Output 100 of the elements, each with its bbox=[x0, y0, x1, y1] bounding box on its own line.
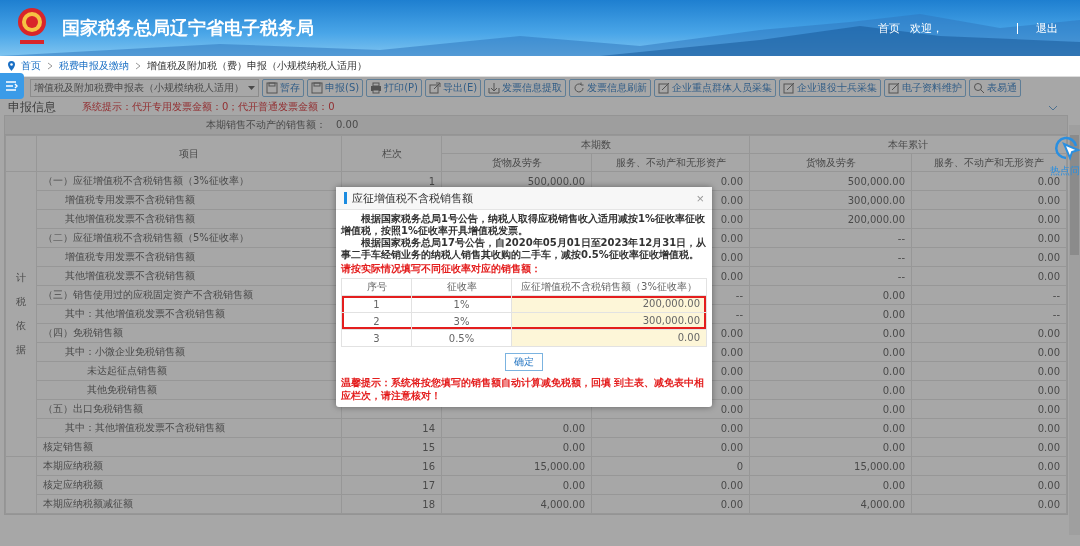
table-cell: 0.00 bbox=[562, 479, 585, 491]
table-cell: 0.00 bbox=[562, 441, 585, 453]
table-cell: 0.00 bbox=[720, 384, 743, 396]
table-cell: -- bbox=[897, 270, 905, 282]
chevron-icon bbox=[135, 62, 141, 70]
table-cell: 17 bbox=[422, 479, 435, 491]
column-header: 货物及劳务 bbox=[805, 156, 856, 168]
cursor-click-icon[interactable] bbox=[1052, 134, 1080, 162]
column-header: 征收率 bbox=[446, 281, 477, 292]
logout-link[interactable]: 退出 bbox=[1036, 20, 1058, 36]
table-cell: 0.00 bbox=[882, 422, 905, 434]
item-label: （三）销售使用过的应税固定资产不含税销售额 bbox=[43, 289, 253, 300]
table-cell: 500,000.00 bbox=[847, 175, 905, 187]
toolbar-button[interactable]: 发票信息刷新 bbox=[569, 79, 652, 97]
table-cell: 0.00 bbox=[720, 422, 743, 434]
table-cell: 0.00 bbox=[562, 422, 585, 434]
item-label: 其他增值税发票不含税销售额 bbox=[64, 270, 195, 281]
amount-field[interactable]: 0.00 bbox=[512, 330, 706, 346]
table-cell: 0.00 bbox=[882, 327, 905, 339]
toolbar-button[interactable]: 企业退役士兵采集 bbox=[779, 79, 882, 97]
item-label: 其中：其他增值税发票不含税销售额 bbox=[64, 308, 225, 319]
notice-paragraph: 根据国家税务总局17号公告，自2020年05月01日至2023年12月31日，从事二手车经销业务的纳税人销售其收购的二手车，减按0.5%征收率征收增值税。 bbox=[341, 237, 707, 261]
rate-cell: 1% bbox=[453, 298, 470, 310]
table-cell: 0.00 bbox=[1037, 498, 1060, 510]
breadcrumb-link[interactable]: 税费申报及缴纳 bbox=[59, 59, 129, 73]
system-notice: 系统提示：代开专用发票金额：0；代开普通发票金额：0 bbox=[82, 100, 335, 114]
table-cell: 0.00 bbox=[720, 479, 743, 491]
table-cell: 0.00 bbox=[720, 175, 743, 187]
location-pin-icon bbox=[8, 61, 15, 71]
column-header: 项目 bbox=[179, 147, 199, 159]
item-label: 其中：小微企业免税销售额 bbox=[64, 346, 185, 357]
table-cell: 0.00 bbox=[1037, 479, 1060, 491]
field-value: 0.00 bbox=[335, 118, 359, 132]
field-label: 本期销售不动产的销售额： bbox=[205, 118, 326, 132]
tray-icon bbox=[488, 82, 501, 94]
toolbar-button[interactable]: 暂存 bbox=[262, 79, 304, 97]
export-icon bbox=[429, 82, 441, 94]
chevron-icon bbox=[47, 62, 53, 70]
chevron-down-icon[interactable] bbox=[1048, 105, 1058, 111]
table-cell: 0.00 bbox=[882, 441, 905, 453]
search-icon bbox=[973, 82, 986, 94]
toolbar-button[interactable]: 导出(E) bbox=[425, 79, 482, 97]
refresh-icon bbox=[573, 82, 586, 94]
table-cell: 15 bbox=[422, 441, 435, 453]
toolbar-button[interactable]: 企业重点群体人员采集 bbox=[654, 79, 777, 97]
table-cell: 4,000.00 bbox=[540, 498, 585, 510]
table-cell: 0.00 bbox=[1037, 346, 1060, 358]
notice-paragraph: 根据国家税务总局1号公告，纳税人取得应税销售收入适用减按1%征收率征收增值税，按照1%征收率开具增值税发票。 bbox=[341, 213, 706, 237]
table-cell: 0.00 bbox=[882, 384, 905, 396]
table-cell: -- bbox=[1052, 308, 1060, 320]
row-number: 3 bbox=[341, 329, 412, 347]
table-cell: 0 bbox=[736, 460, 743, 472]
column-header: 本年累计 bbox=[888, 138, 928, 150]
item-label: 核定销售额 bbox=[43, 441, 93, 452]
table-cell: 16 bbox=[422, 460, 435, 472]
save-icon bbox=[266, 82, 278, 94]
toolbar-button[interactable]: 发票信息提取 bbox=[484, 79, 567, 97]
item-label: 其他增值税发票不含税销售额 bbox=[64, 213, 195, 224]
table-cell: 18 bbox=[422, 498, 435, 510]
table-cell: 0.00 bbox=[720, 270, 743, 282]
item-label: 未达起征点销售额 bbox=[86, 365, 167, 376]
breadcrumb-current: 增值税及附加税（费）申报（小规模纳税人适用） bbox=[147, 59, 367, 73]
table-cell: 0.00 bbox=[882, 403, 905, 415]
group-label: 计税依据 bbox=[16, 271, 26, 357]
table-cell: -- bbox=[897, 251, 905, 263]
table-cell: 0.00 bbox=[720, 498, 743, 510]
table-cell: 0.00 bbox=[720, 194, 743, 206]
table-cell: 0.00 bbox=[720, 346, 743, 358]
column-header: 货物及劳务 bbox=[491, 156, 542, 168]
item-label: 其他免税销售额 bbox=[86, 384, 157, 395]
toolbar-button[interactable]: 电子资料维护 bbox=[884, 79, 967, 97]
rate-cell: 3% bbox=[453, 315, 470, 327]
amount-field[interactable]: 300,000.00 bbox=[512, 313, 706, 329]
edit-icon bbox=[658, 82, 671, 94]
table-cell: 500,000.00 bbox=[527, 175, 585, 187]
confirm-button[interactable]: 确定 bbox=[505, 353, 543, 371]
site-title: 国家税务总局辽宁省电子税务局 bbox=[62, 16, 314, 40]
close-button[interactable]: × bbox=[696, 190, 704, 206]
table-cell: 4,000.00 bbox=[860, 498, 905, 510]
sidebar-toggle-button[interactable] bbox=[0, 73, 24, 99]
table-cell: 0.00 bbox=[1037, 365, 1060, 377]
table-cell: 0.00 bbox=[1037, 403, 1060, 415]
amount-field[interactable]: 200,000.00 bbox=[512, 296, 706, 312]
home-link[interactable]: 首页 bbox=[878, 20, 900, 36]
report-dropdown[interactable]: 增值税及附加税费申报表（小规模纳税人适用） bbox=[30, 79, 259, 97]
table-cell: 0.00 bbox=[882, 308, 905, 320]
breadcrumb-link[interactable]: 首页 bbox=[21, 59, 41, 73]
item-label: 本期应纳税额 bbox=[43, 460, 103, 471]
toolbar-button[interactable]: 表易通 bbox=[969, 79, 1022, 97]
toolbar-button[interactable]: 申报(S) bbox=[307, 79, 364, 97]
edit-icon bbox=[783, 82, 796, 94]
table-cell: 0.00 bbox=[1037, 441, 1060, 453]
table-cell: 0.00 bbox=[720, 365, 743, 377]
toolbar-button[interactable]: 打印(P) bbox=[366, 79, 422, 97]
scrollbar[interactable] bbox=[1069, 125, 1080, 535]
item-label: 增值税专用发票不含税销售额 bbox=[64, 251, 195, 262]
welcome-text: 欢迎， bbox=[910, 20, 943, 36]
table-cell: 0.00 bbox=[882, 479, 905, 491]
menu-icon bbox=[6, 81, 18, 91]
table-cell: 300,000.00 bbox=[847, 194, 905, 206]
